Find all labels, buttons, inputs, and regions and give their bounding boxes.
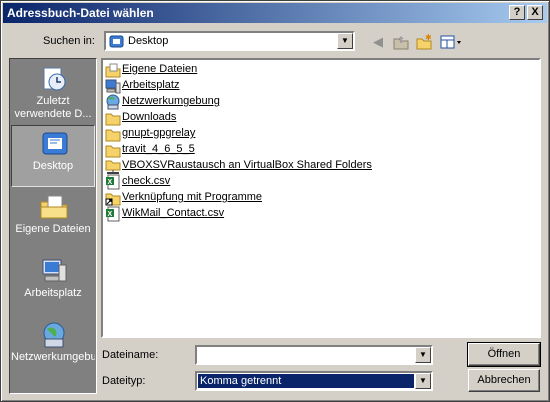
places-bar: Zuletzt verwendete D... Desktop Eigene D… [9, 58, 97, 394]
view-menu-icon[interactable] [439, 33, 463, 51]
open-button[interactable]: Öffnen [467, 342, 541, 367]
file-list[interactable]: Eigene Dateien Arbeitsplatz Netzwerkumge… [101, 58, 541, 338]
lookin-value: Desktop [128, 35, 169, 47]
close-button[interactable]: X [527, 5, 543, 20]
place-desktop[interactable]: Desktop [11, 125, 95, 187]
lookin-label: Suchen in: [43, 35, 95, 47]
back-icon[interactable]: ◀ [369, 33, 387, 51]
filename-label: Dateiname: [102, 349, 159, 361]
network-places-icon [43, 322, 65, 348]
desktop-small-icon [109, 35, 124, 48]
chevron-down-icon[interactable]: ▼ [415, 347, 431, 363]
my-computer-icon [105, 79, 121, 94]
file-name: VBOXSVRaustausch an VirtualBox Shared Fo… [122, 159, 372, 171]
chevron-down-icon[interactable]: ▼ [337, 33, 353, 49]
place-my-computer[interactable]: Arbeitsplatz [11, 253, 95, 315]
filename-field[interactable]: ▼ [195, 345, 433, 365]
folder-icon [105, 145, 121, 158]
my-documents-icon [40, 195, 68, 219]
place-recent[interactable]: Zuletzt verwendete D... [11, 61, 95, 123]
place-label: Arbeitsplatz [24, 287, 82, 299]
excel-file-icon: X [106, 206, 120, 222]
place-network[interactable]: Netzwerkumgebung [11, 317, 95, 379]
file-dialog: Adressbuch-Datei wählen ? X Suchen in: D… [0, 0, 550, 402]
filetype-value: Komma getrennt [198, 374, 414, 388]
file-name: Arbeitsplatz [122, 79, 180, 91]
svg-text:X: X [108, 211, 113, 218]
lookin-combo[interactable]: Desktop ▼ [104, 31, 355, 51]
shortcut-folder-icon [105, 193, 121, 206]
place-label: Eigene Dateien [15, 223, 91, 235]
chevron-down-icon[interactable]: ▼ [415, 373, 431, 389]
file-name: check.csv [122, 175, 171, 187]
help-button[interactable]: ? [509, 5, 525, 20]
file-name: Netzwerkumgebung [122, 95, 220, 107]
cancel-button[interactable]: Abbrechen [468, 369, 540, 392]
folder-icon [105, 129, 121, 142]
filetype-select[interactable]: Komma getrennt ▼ [195, 371, 433, 391]
desktop-icon [42, 132, 68, 155]
excel-file-icon: X [106, 174, 120, 190]
my-computer-icon [42, 259, 67, 282]
new-folder-icon[interactable]: ✱ [415, 33, 433, 51]
file-name: Verknüpfung mit Programme [122, 191, 263, 203]
svg-text:✱: ✱ [425, 33, 432, 42]
place-label: Netzwerkumgebung [11, 351, 95, 363]
place-label: Desktop [32, 160, 74, 172]
file-name: Eigene Dateien [122, 63, 198, 75]
svg-text:X: X [108, 179, 113, 186]
file-name: Downloads [122, 111, 177, 123]
window-title: Adressbuch-Datei wählen [7, 6, 154, 20]
filetype-label: Dateityp: [102, 375, 146, 387]
file-name: WikMail_Contact.csv [122, 207, 225, 219]
recent-documents-icon [43, 67, 66, 91]
shared-folder-icon [105, 160, 121, 174]
folder-icon [105, 113, 121, 126]
up-folder-icon[interactable] [392, 33, 410, 51]
file-name: gnupt-gpgrelay [122, 127, 196, 139]
place-label: Zuletzt verwendete D... [14, 95, 92, 120]
title-bar[interactable]: Adressbuch-Datei wählen ? X [3, 3, 547, 23]
network-places-icon [106, 94, 120, 110]
my-documents-icon [105, 63, 121, 78]
file-name: travit_4_6_5_5 [122, 143, 195, 155]
place-my-documents[interactable]: Eigene Dateien [11, 189, 95, 251]
